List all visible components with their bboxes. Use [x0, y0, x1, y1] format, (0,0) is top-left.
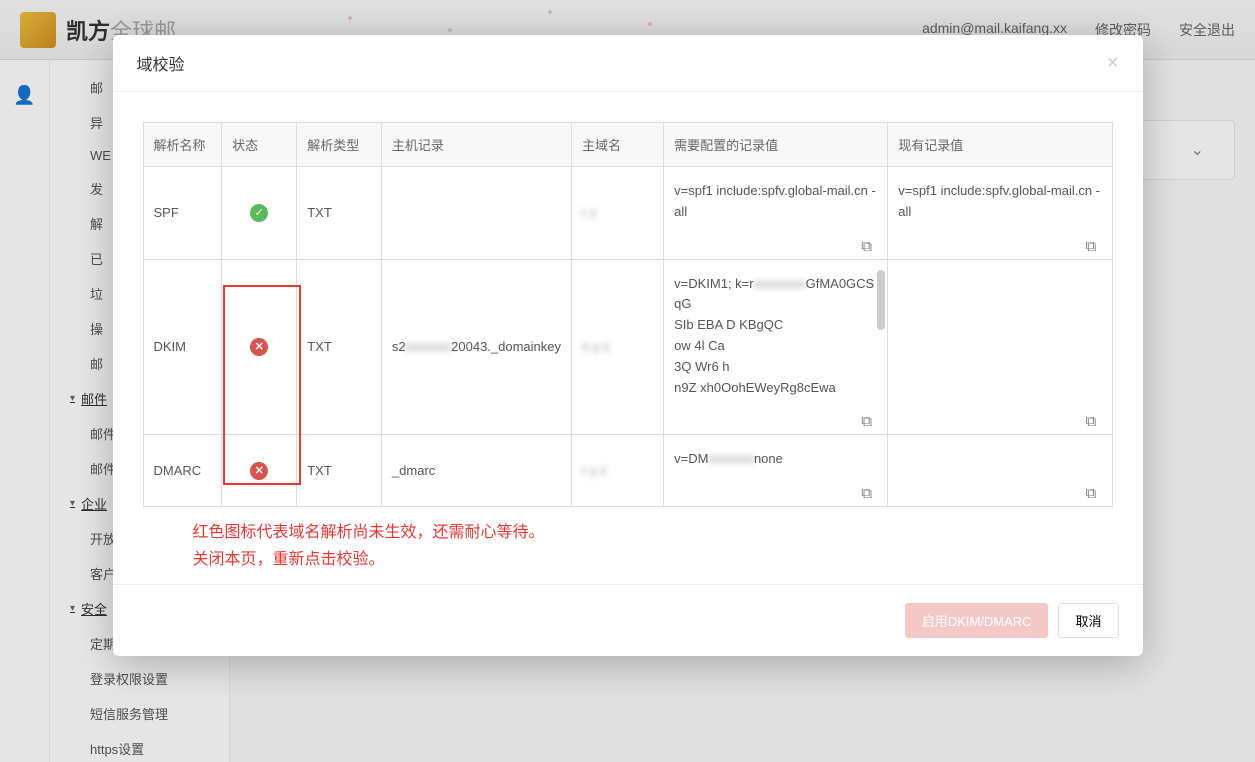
note-line1: 红色图标代表域名解析尚未生效，还需耐心等待。	[193, 524, 545, 541]
th-name: 解析名称	[143, 123, 222, 167]
current-value: v=spf1 include:spfv.global-mail.cn -all	[898, 183, 1100, 219]
required-value: v=spf1 include:spfv.global-mail.cn -all	[674, 183, 876, 219]
th-host: 主机记录	[381, 123, 571, 167]
table-row-spf: SPF ✓ TXT r z v=spf1 include:spfv.global…	[143, 167, 1112, 260]
cell-current: v=spf1 include:spfv.global-mail.cn -all …	[888, 167, 1112, 260]
cell-status: ✕	[222, 435, 297, 507]
th-required: 需要配置的记录值	[664, 123, 888, 167]
cell-current: ⧉	[888, 259, 1112, 435]
cell-host: s2xxxxxxx20043._domainkey	[381, 259, 571, 435]
cell-required: v=DMxxxxxxxnone ⧉	[664, 435, 888, 507]
status-ok-icon: ✓	[250, 204, 268, 222]
domain-verify-modal: 域校验 × 解析名称 状态 解析类型 主机记录 主域名 需要配置的记录值 现有记…	[113, 35, 1143, 656]
status-fail-icon: ✕	[250, 462, 268, 480]
cell-required: v=DKIM1; k=rxxxxxxxxGfMA0GCSqG SIb EBA D…	[664, 259, 888, 435]
copy-icon[interactable]: ⧉	[1086, 482, 1102, 498]
cell-type: TXT	[297, 167, 382, 260]
note-line2: 关闭本页，重新点击校验。	[193, 551, 385, 568]
close-icon[interactable]: ×	[1107, 52, 1119, 75]
cell-name: DKIM	[143, 259, 222, 435]
copy-icon[interactable]: ⧉	[861, 410, 877, 426]
copy-icon[interactable]: ⧉	[861, 482, 877, 498]
scrollbar-thumb[interactable]	[877, 270, 885, 330]
cell-status: ✓	[222, 167, 297, 260]
enable-dkim-dmarc-button[interactable]: 启用DKIM/DMARC	[905, 603, 1049, 638]
status-fail-icon: ✕	[250, 338, 268, 356]
copy-icon[interactable]: ⧉	[1086, 410, 1102, 426]
table-row-dmarc: DMARC ✕ TXT _dmarc r y z v=DMxxxxxxxnone…	[143, 435, 1112, 507]
th-current: 现有记录值	[888, 123, 1112, 167]
dns-table: 解析名称 状态 解析类型 主机记录 主域名 需要配置的记录值 现有记录值 SPF…	[143, 122, 1113, 507]
cell-domain: r z	[572, 167, 664, 260]
cell-domain: r y z	[572, 435, 664, 507]
cell-name: DMARC	[143, 435, 222, 507]
th-type: 解析类型	[297, 123, 382, 167]
masked-domain: n y z	[582, 339, 609, 354]
cell-current: ⧉	[888, 435, 1112, 507]
cell-name: SPF	[143, 167, 222, 260]
modal-title: 域校验	[137, 51, 185, 75]
copy-icon[interactable]: ⧉	[1086, 235, 1102, 251]
masked-domain: r z	[582, 205, 596, 220]
modal-body: 解析名称 状态 解析类型 主机记录 主域名 需要配置的记录值 现有记录值 SPF…	[113, 92, 1143, 584]
th-status: 状态	[222, 123, 297, 167]
cell-type: TXT	[297, 259, 382, 435]
masked-domain: r y z	[582, 463, 607, 478]
cell-host: _dmarc	[381, 435, 571, 507]
cancel-button[interactable]: 取消	[1058, 603, 1118, 638]
required-value-masked: v=DKIM1; k=rxxxxxxxxGfMA0GCSqG SIb EBA D…	[674, 274, 877, 399]
th-domain: 主域名	[572, 123, 664, 167]
modal-footer: 启用DKIM/DMARC 取消	[113, 584, 1143, 656]
copy-icon[interactable]: ⧉	[861, 235, 877, 251]
cell-host	[381, 167, 571, 260]
cell-domain: n y z	[572, 259, 664, 435]
table-row-dkim: DKIM ✕ TXT s2xxxxxxx20043._domainkey n y…	[143, 259, 1112, 435]
cell-status: ✕	[222, 259, 297, 435]
modal-header: 域校验 ×	[113, 35, 1143, 92]
note-text: 红色图标代表域名解析尚未生效，还需耐心等待。 关闭本页，重新点击校验。	[143, 519, 1113, 573]
cell-required: v=spf1 include:spfv.global-mail.cn -all …	[664, 167, 888, 260]
cell-type: TXT	[297, 435, 382, 507]
